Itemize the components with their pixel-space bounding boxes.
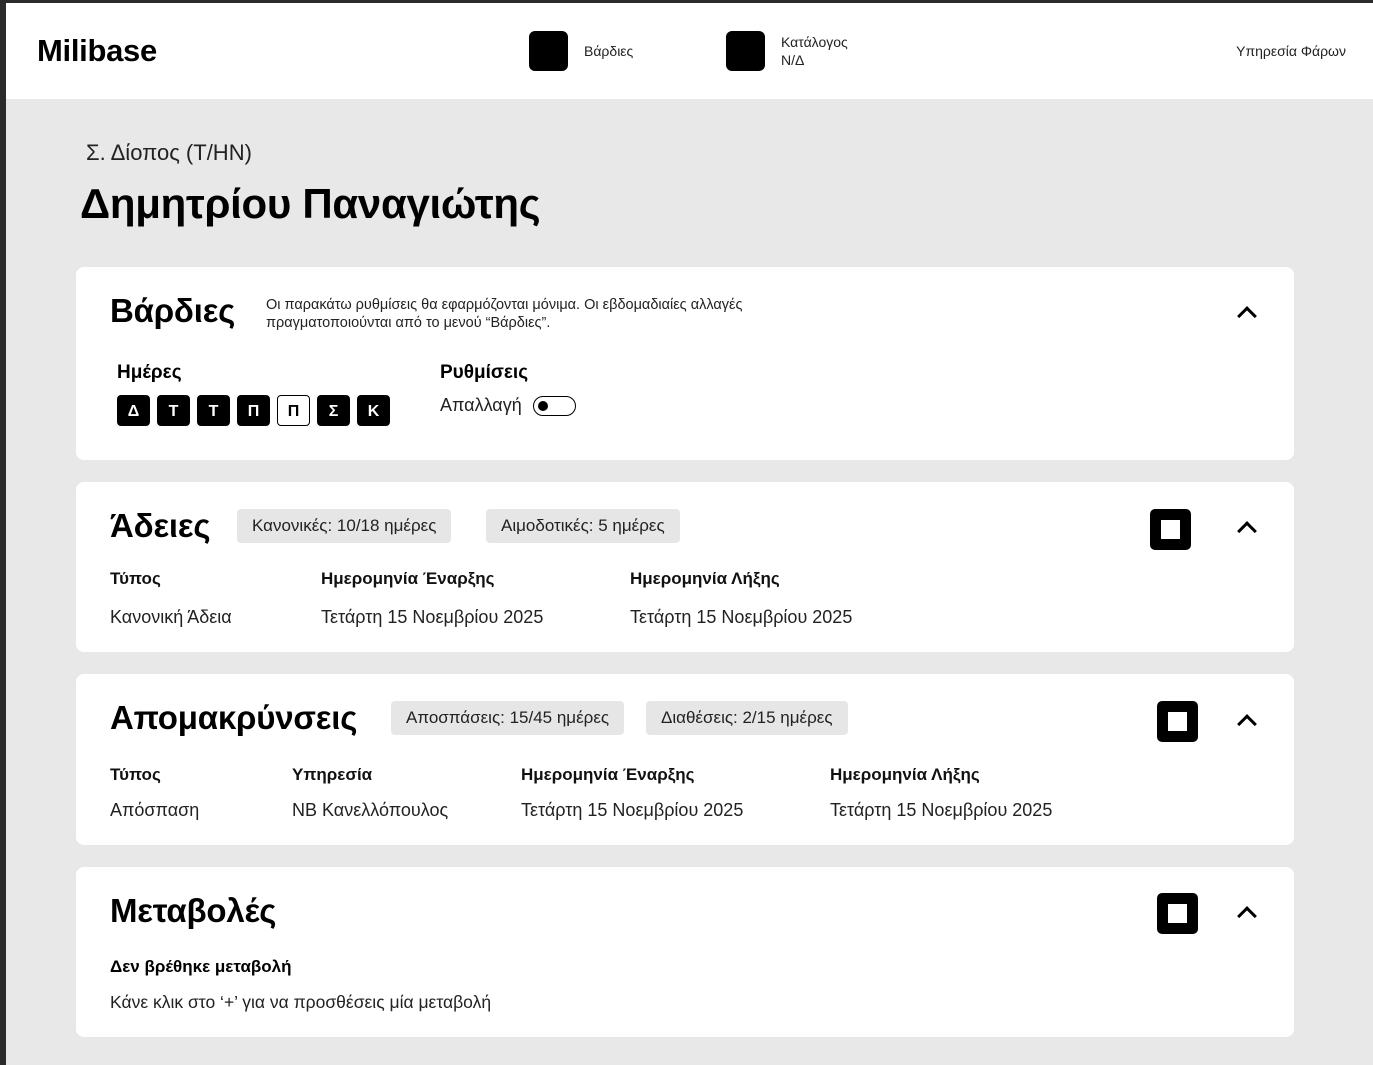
column-header: Τύπος: [110, 765, 161, 784]
add-leave-button[interactable]: [1150, 509, 1191, 550]
removal-unit[interactable]: ΝΒ Κανελλόπουλος: [292, 800, 448, 821]
chevron-up-icon[interactable]: [1237, 714, 1257, 734]
removals-card: Απομακρύνσεις Αποσπάσεις: 15/45 ημέρες Δ…: [76, 674, 1294, 845]
settings-heading: Ρυθμίσεις: [440, 362, 529, 383]
removal-end-date[interactable]: Τετάρτη 15 Νοεμβρίου 2025: [830, 800, 1052, 821]
removal-start-date[interactable]: Τετάρτη 15 Νοεμβρίου 2025: [521, 800, 743, 821]
day-toggle-thu[interactable]: Π: [237, 395, 270, 426]
person-rank: Σ. Δίοπος (Τ/ΗΝ): [86, 140, 252, 165]
toggle-knob: [538, 401, 548, 411]
nav-item-shifts[interactable]: Βάρδιες: [529, 31, 633, 71]
changes-card: Μεταβολές Δεν βρέθηκε μεταβολή Κάνε κλικ…: [76, 867, 1294, 1037]
leaves-card: Άδειες Κανονικές: 10/18 ημέρες Αιμοδοτικ…: [76, 482, 1294, 652]
day-toggle-fri[interactable]: Π: [277, 395, 310, 426]
removal-type[interactable]: Απόσπαση: [110, 800, 199, 821]
column-header: Ημερομηνία Λήξης: [630, 569, 780, 588]
service-name[interactable]: Υπηρεσία Φάρων: [1236, 43, 1346, 59]
column-header: Υπηρεσία: [292, 765, 373, 784]
day-toggle-mon[interactable]: Δ: [117, 395, 150, 426]
chevron-up-icon[interactable]: [1237, 306, 1257, 326]
day-toggle-sun[interactable]: Κ: [357, 395, 390, 426]
leave-badge-blood: Αιμοδοτικές: 5 ημέρες: [486, 509, 680, 543]
removal-badge-secondments: Αποσπάσεις: 15/45 ημέρες: [391, 701, 625, 735]
removal-badge-assignments: Διαθέσεις: 2/15 ημέρες: [646, 701, 848, 735]
add-change-button[interactable]: [1157, 893, 1198, 934]
nav-item-label: Βάρδιες: [584, 43, 634, 59]
person-name: Δημητρίου Παναγιώτης: [80, 180, 541, 227]
app-logo[interactable]: Milibase: [37, 33, 157, 69]
exemption-toggle[interactable]: [533, 396, 576, 416]
leave-start-date[interactable]: Τετάρτη 15 Νοεμβρίου 2025: [321, 607, 543, 628]
empty-state-title: Δεν βρέθηκε μεταβολή: [110, 957, 292, 976]
day-toggle-tue[interactable]: Τ: [157, 395, 190, 426]
nav-item-catalog[interactable]: Κατάλογος Ν/Δ: [726, 31, 848, 71]
exemption-label: Απαλλαγή: [440, 395, 522, 415]
day-toggle-wed[interactable]: Τ: [197, 395, 230, 426]
column-header: Ημερομηνία Έναρξης: [521, 765, 695, 784]
card-title: Μεταβολές: [110, 892, 277, 929]
column-header: Τύπος: [110, 569, 161, 588]
top-bar: Milibase Βάρδιες Κατάλογος Ν/Δ Υπηρεσία …: [6, 3, 1373, 99]
catalog-icon: [726, 31, 765, 71]
day-selector: Δ Τ Τ Π Π Σ Κ: [117, 395, 390, 426]
days-heading: Ημέρες: [117, 362, 182, 383]
card-title: Βάρδιες: [110, 292, 236, 329]
nav-item-label: Κατάλογος Ν/Δ: [781, 34, 848, 68]
shifts-icon: [529, 31, 568, 71]
card-title: Απομακρύνσεις: [110, 699, 358, 736]
column-header: Ημερομηνία Έναρξης: [321, 569, 495, 588]
column-header: Ημερομηνία Λήξης: [830, 765, 980, 784]
chevron-up-icon[interactable]: [1237, 906, 1257, 926]
shifts-description: Οι παρακάτω ρυθμίσεις θα εφαρμόζονται μό…: [266, 297, 743, 331]
window-frame-left: [0, 0, 6, 1065]
chevron-up-icon[interactable]: [1237, 521, 1257, 541]
day-toggle-sat[interactable]: Σ: [317, 395, 350, 426]
leave-badge-regular: Κανονικές: 10/18 ημέρες: [237, 509, 452, 543]
add-removal-button[interactable]: [1157, 701, 1198, 742]
card-title: Άδειες: [110, 507, 211, 544]
empty-state-hint: Κάνε κλικ στο ‘+’ για να προσθέσεις μία …: [110, 992, 492, 1012]
shifts-card: Βάρδιες Οι παρακάτω ρυθμίσεις θα εφαρμόζ…: [76, 267, 1294, 460]
leave-end-date[interactable]: Τετάρτη 15 Νοεμβρίου 2025: [630, 607, 852, 628]
leave-type[interactable]: Κανονική Άδεια: [110, 607, 232, 628]
